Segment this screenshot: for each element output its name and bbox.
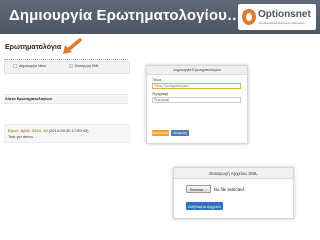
questionnaire-description: Test για demo... [8, 134, 37, 139]
pointer-arrow-icon [63, 38, 82, 54]
title-label: Τίτλος [152, 78, 162, 82]
description-input[interactable] [152, 97, 241, 103]
browse-button[interactable]: Browse... [186, 185, 211, 193]
dialog-title: Δημιουργία Ερωτηματολογίου [173, 67, 221, 72]
page-title: Ερωτηματολόγια [5, 44, 62, 51]
slide-title: Δημιουργία Ερωτηματολογίου… [9, 7, 243, 24]
dialog-header[interactable]: Εισαγωγή Αρχείου XML [174, 168, 293, 179]
dialog-title: Εισαγωγή Αρχείου XML [209, 170, 258, 176]
import-xml-label: Εισαγωγή XML [75, 64, 100, 68]
save-button[interactable]: Αποθήκευση [152, 130, 170, 136]
list-header: Λίστα Ερωτηματολογίων [4, 94, 128, 104]
slide-header: Δημιουργία Ερωτηματολογίου… Optionsnet P… [0, 0, 320, 34]
create-new-button[interactable]: Δημιουργία Νέου [13, 64, 46, 68]
cancel-button[interactable]: Ακύρωση [171, 130, 189, 136]
file-status: No file selected. [213, 186, 245, 192]
list-title: Λίστα Ερωτηματολογίων [5, 96, 52, 101]
document-import-icon [69, 64, 73, 68]
optionsnet-logo-icon [242, 9, 256, 25]
dialog-header[interactable]: Δημιουργία Ερωτηματολογίου [147, 66, 247, 75]
questionnaire-date: (2014-09-30 17:59:43) [48, 128, 89, 133]
file-picker: Browse... No file selected. [186, 185, 286, 193]
questionnaire-name[interactable]: Eρωτ_Αβέλ_2014_15 [8, 128, 48, 133]
questionnaire-link[interactable]: Eρωτ_Αβέλ_2014_15 (2014-09-30 17:59:43) [8, 128, 89, 133]
title-input[interactable] [152, 83, 241, 89]
logo-text: Optionsnet [258, 9, 311, 20]
import-xml-dialog: Εισαγωγή Αρχείου XML Browse... No file s… [173, 167, 294, 219]
create-questionnaire-dialog: Δημιουργία Ερωτηματολογίου Τίτλος Περιγρ… [146, 65, 248, 144]
toolbar: Δημιουργία Νέου Εισαγωγή XML [4, 61, 130, 74]
list-item: Eρωτ_Αβέλ_2014_15 (2014-09-30 17:59:43) … [4, 124, 130, 143]
logo-subtext: Professional Business Solutions [259, 21, 305, 25]
document-new-icon [13, 64, 17, 68]
upload-file-button[interactable]: Ανέβασμα Αρχείου [186, 202, 223, 210]
optionsnet-logo: Optionsnet Professional Business Solutio… [238, 4, 316, 30]
questionnaires-panel: Ερωτηματολόγια Δημιουργία Νέου Εισαγωγή … [0, 38, 132, 240]
create-new-label: Δημιουργία Νέου [19, 64, 47, 68]
import-xml-button[interactable]: Εισαγωγή XML [69, 64, 99, 68]
description-label: Περιγραφή [152, 92, 169, 96]
